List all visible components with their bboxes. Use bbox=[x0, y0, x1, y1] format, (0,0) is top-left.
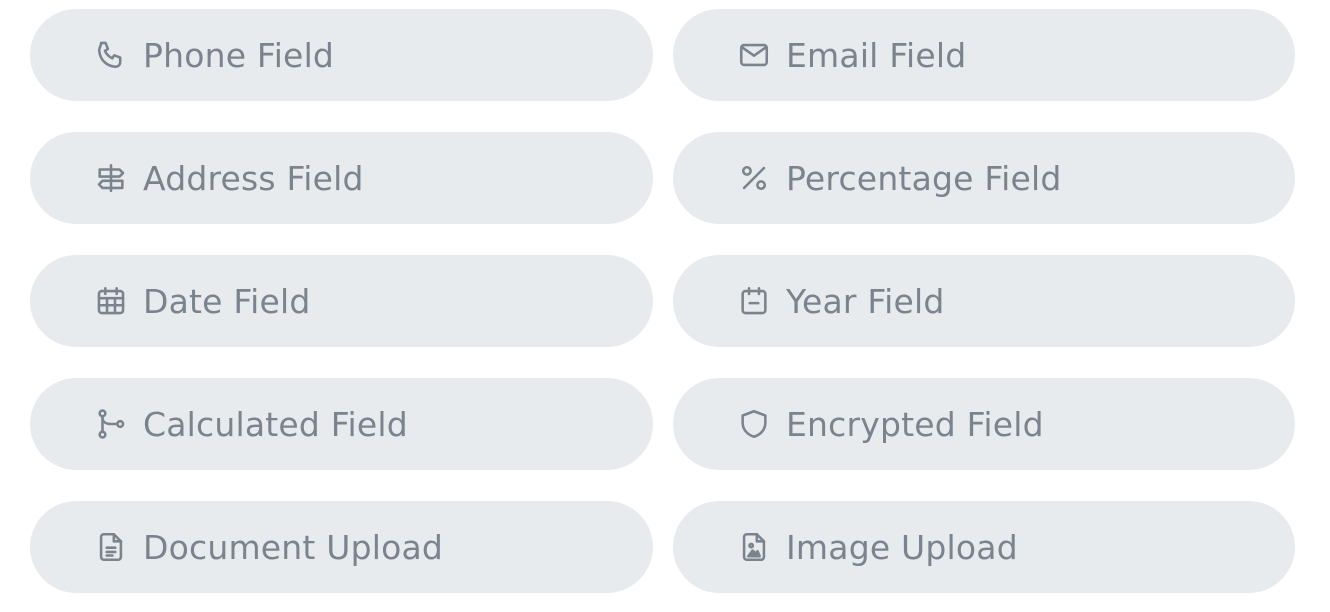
field-option-label: Year Field bbox=[786, 281, 945, 321]
field-type-grid: Phone Field Email Field Address Field Pe… bbox=[30, 9, 1295, 593]
field-option-label: Encrypted Field bbox=[786, 404, 1044, 444]
field-option-label: Address Field bbox=[143, 158, 364, 198]
field-option-label: Calculated Field bbox=[143, 404, 408, 444]
field-option-label: Email Field bbox=[786, 35, 967, 75]
field-option-document-upload[interactable]: Document Upload bbox=[30, 501, 653, 593]
field-option-label: Date Field bbox=[143, 281, 311, 321]
field-option-label: Phone Field bbox=[143, 35, 335, 75]
field-option-image-upload[interactable]: Image Upload bbox=[673, 501, 1295, 593]
field-option-label: Image Upload bbox=[786, 527, 1018, 567]
image-file-icon bbox=[736, 529, 772, 565]
field-option-label: Document Upload bbox=[143, 527, 444, 567]
calendar-grid-icon bbox=[93, 283, 129, 319]
document-icon bbox=[93, 529, 129, 565]
percent-icon bbox=[736, 160, 772, 196]
shield-icon bbox=[736, 406, 772, 442]
field-option-email[interactable]: Email Field bbox=[673, 9, 1295, 101]
branch-icon bbox=[93, 406, 129, 442]
field-option-date[interactable]: Date Field bbox=[30, 255, 653, 347]
field-option-phone[interactable]: Phone Field bbox=[30, 9, 653, 101]
field-option-percentage[interactable]: Percentage Field bbox=[673, 132, 1295, 224]
field-option-label: Percentage Field bbox=[786, 158, 1062, 198]
field-option-address[interactable]: Address Field bbox=[30, 132, 653, 224]
field-option-encrypted[interactable]: Encrypted Field bbox=[673, 378, 1295, 470]
signpost-icon bbox=[93, 160, 129, 196]
calendar-minus-icon bbox=[736, 283, 772, 319]
phone-icon bbox=[93, 37, 129, 73]
field-option-calculated[interactable]: Calculated Field bbox=[30, 378, 653, 470]
field-option-year[interactable]: Year Field bbox=[673, 255, 1295, 347]
envelope-icon bbox=[736, 37, 772, 73]
